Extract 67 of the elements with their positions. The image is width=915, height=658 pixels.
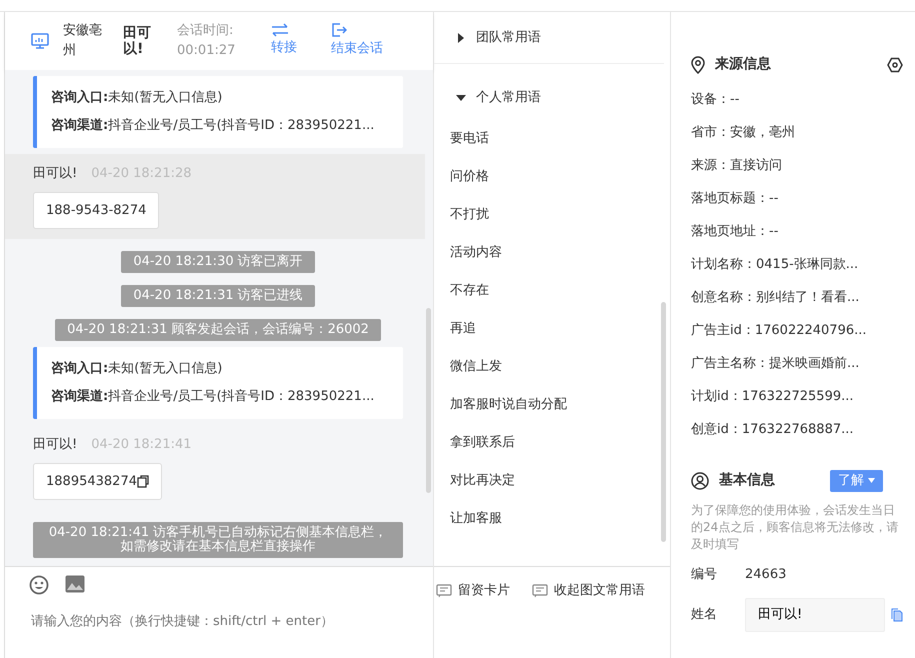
phrase-item[interactable]: 不打扰: [434, 196, 650, 234]
phrase-item[interactable]: 加客服时说自动分配: [434, 386, 650, 424]
info-line: 咨询入口:未知(暂无入口信息): [51, 88, 224, 107]
copy-icon: [891, 608, 903, 622]
phrase-item[interactable]: 不存在: [434, 272, 650, 310]
location-pin-icon: [691, 56, 705, 74]
system-notice: 04-20 18:21:30 访客已离开: [121, 251, 315, 273]
info-field: 创意名称：别纠结了！看看...: [691, 281, 903, 314]
phrase-item[interactable]: 问价格: [434, 158, 650, 196]
message-icon: [436, 584, 452, 598]
visitor-name: 田可以!: [123, 25, 152, 57]
image-icon: [65, 575, 85, 593]
settings-icon[interactable]: [887, 56, 903, 72]
info-field: 创意id：176322768887...: [691, 413, 903, 446]
info-line: 咨询入口:未知(暂无入口信息): [51, 360, 224, 378]
monitor-icon: [31, 33, 49, 49]
lead-card-button[interactable]: 留资卡片: [436, 581, 510, 600]
info-field: 落地页标题：--: [691, 182, 903, 215]
scrollbar[interactable]: [426, 308, 432, 493]
phrase-group-header[interactable]: 个人常用语: [434, 64, 664, 120]
info-field: 广告主id：176022240796...: [691, 314, 903, 347]
info-field: 设备：--: [691, 83, 903, 116]
message-bubble: 188-9543-8274: [33, 192, 160, 229]
caret-down-icon: [456, 93, 466, 103]
info-line: 咨询渠道:抖音企业号/员工号(抖音号ID：283950221...: [51, 388, 376, 406]
info-field: 省市：安徽，亳州: [691, 116, 903, 149]
phrase-item[interactable]: 要电话: [434, 120, 650, 158]
info-field: 计划id：176322725599...: [691, 380, 903, 413]
swap-arrows-icon: [271, 23, 289, 37]
copy-icon: [136, 474, 149, 488]
phrase-item[interactable]: 微信上发: [434, 348, 650, 386]
exit-icon: [331, 22, 347, 38]
phrase-item[interactable]: 对比再决定: [434, 462, 650, 500]
smiley-icon: [29, 575, 49, 595]
info-line: 咨询渠道:抖音企业号/员工号(抖音号ID：283950221...: [51, 116, 376, 135]
session-timer: 00:01:27: [177, 42, 236, 60]
section-title: 基本信息: [719, 471, 775, 490]
sender-name: 田可以!: [33, 437, 78, 452]
name-field[interactable]: 田可以!: [745, 598, 885, 632]
timer-label: 会话时间:: [177, 22, 234, 40]
scrollbar[interactable]: [661, 302, 666, 542]
phrase-item[interactable]: 再追: [434, 310, 650, 348]
phrase-item[interactable]: 拿到联系后: [434, 424, 650, 462]
message-time: 04-20 18:21:41: [91, 437, 192, 452]
collapse-phrases-button[interactable]: 收起图文常用语: [532, 581, 646, 600]
info-field: 来源：直接访问: [691, 149, 903, 182]
info-field: 落地页地址：--: [691, 215, 903, 248]
caret-right-icon: [456, 32, 466, 42]
field-label: 编号: [691, 566, 718, 584]
field-label: 姓名: [691, 606, 718, 624]
field-value: 24663: [745, 566, 786, 584]
sender-name: 田可以!: [33, 166, 78, 181]
phrase-item[interactable]: 让加客服: [434, 500, 650, 538]
system-notice: 04-20 18:21:41 访客手机号已自动标记右侧基本信息栏，如需修改请在基本信息栏直接操作: [33, 522, 404, 558]
notice-text: 为了保障您的使用体验，会话发生当日的24点之后，顾客信息将无法修改，请及时填写: [691, 502, 900, 552]
info-field: 广告主名称：提米映画婚前...: [691, 347, 903, 380]
system-notice: 04-20 18:21:31 顾客发起会话，会话编号：26002: [55, 319, 381, 341]
section-title: 来源信息: [715, 55, 771, 74]
phrase-item[interactable]: 活动内容: [434, 234, 650, 272]
user-circle-icon: [691, 472, 709, 490]
info-field: 计划名称：0415-张琳同款...: [691, 248, 903, 281]
message-icon: [532, 584, 548, 598]
message-bubble: 18895438274: [33, 462, 162, 500]
system-notice: 04-20 18:21:31 访客已进线: [121, 285, 315, 307]
location-text: 安徽亳州: [63, 22, 103, 60]
phrase-group-header[interactable]: 团队常用语: [434, 12, 664, 64]
caret-down-icon: [868, 478, 875, 483]
